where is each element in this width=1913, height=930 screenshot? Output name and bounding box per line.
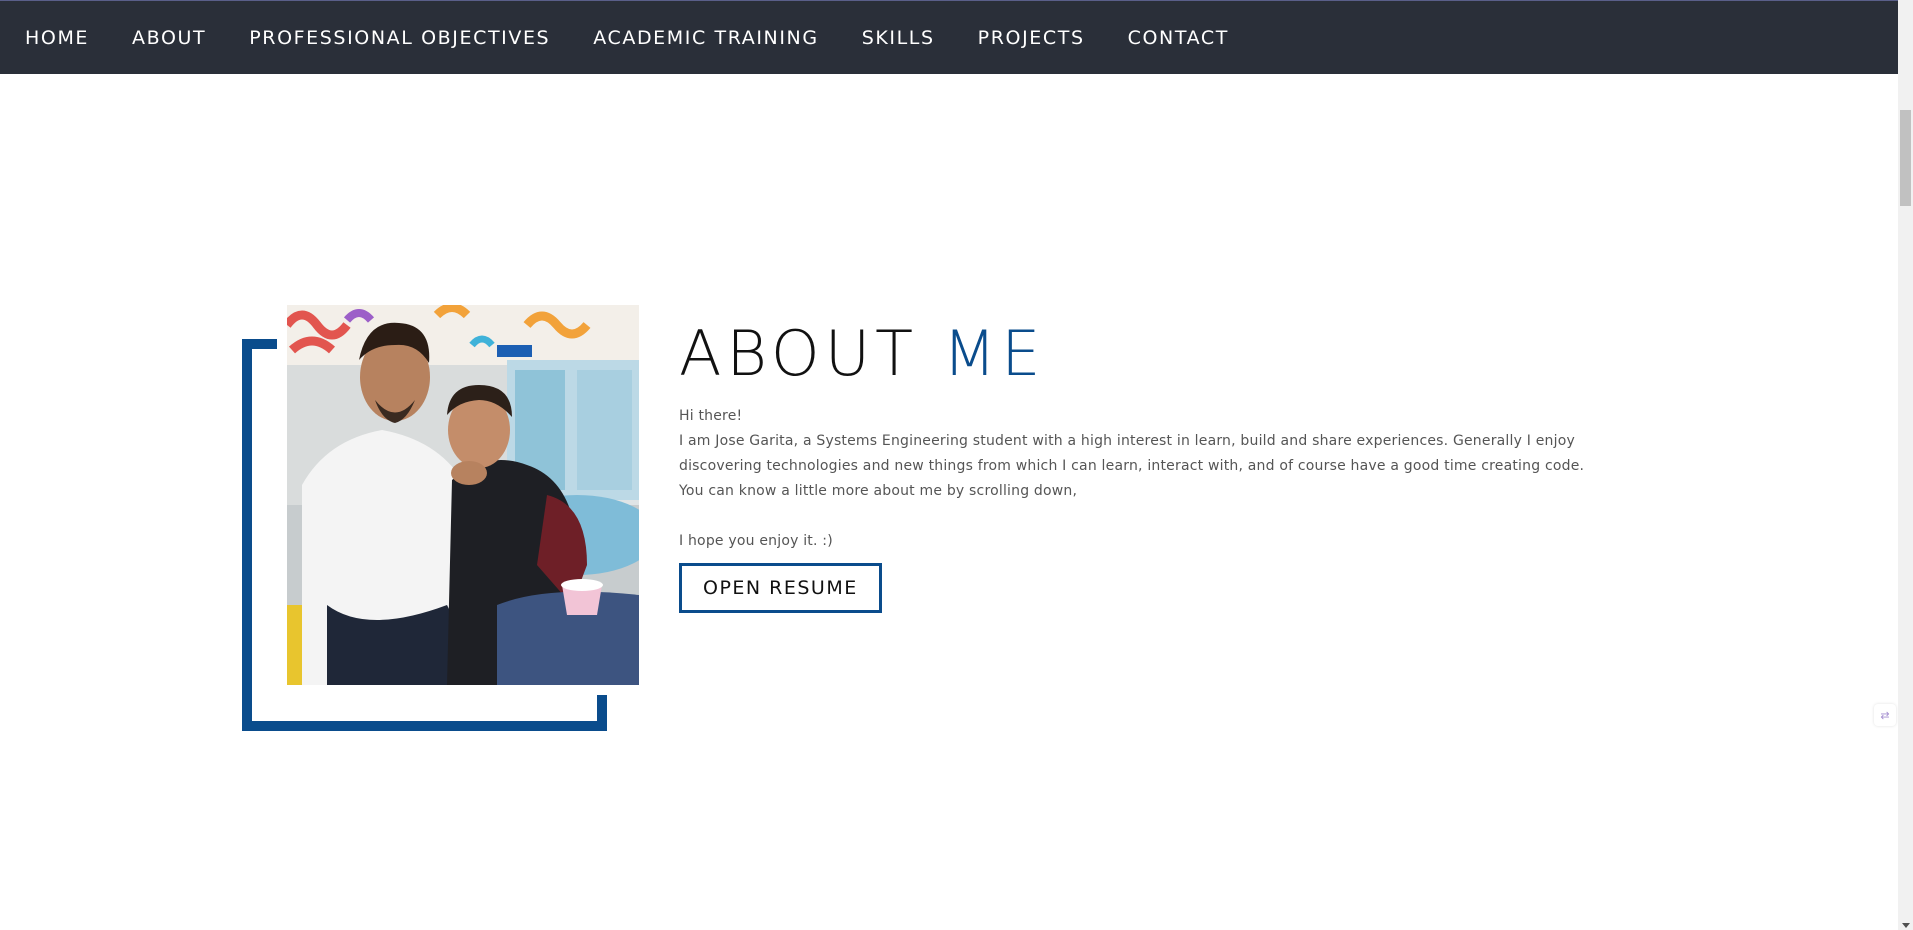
open-resume-button[interactable]: OPEN RESUME [679, 563, 882, 613]
scroll-down-icon[interactable] [1902, 923, 1910, 928]
nav-projects[interactable]: PROJECTS [978, 27, 1085, 49]
nav-about[interactable]: ABOUT [132, 27, 206, 49]
about-body: Hi there! I am Jose Garita, a Systems En… [679, 404, 1639, 554]
scrollbar-thumb[interactable] [1900, 110, 1911, 206]
about-title: ABOUT ME [679, 318, 1639, 390]
about-title-accent: ME [942, 317, 1046, 390]
photo-frame-right-tick [597, 695, 607, 731]
scrollbar[interactable] [1898, 0, 1913, 930]
nav-professional-objectives[interactable]: PROFESSIONAL OBJECTIVES [249, 27, 550, 49]
photo-frame-top-tick [242, 339, 277, 349]
profile-photo [287, 305, 639, 685]
page: HOME ABOUT PROFESSIONAL OBJECTIVES ACADE… [0, 0, 1913, 930]
about-closing: I hope you enjoy it. :) [679, 533, 833, 549]
about-paragraph-line3: You can know a little more about me by s… [679, 483, 1078, 499]
about-paragraph-line2: discovering technologies and new things … [679, 458, 1585, 474]
top-navbar: HOME ABOUT PROFESSIONAL OBJECTIVES ACADE… [0, 0, 1898, 74]
about-greeting: Hi there! [679, 408, 743, 424]
nav-home[interactable]: HOME [25, 27, 89, 49]
nav-skills[interactable]: SKILLS [862, 27, 935, 49]
translate-icon[interactable]: ⇄ [1874, 704, 1896, 726]
about-paragraph-line1: I am Jose Garita, a Systems Engineering … [679, 433, 1575, 449]
about-section: ABOUT ME Hi there! I am Jose Garita, a S… [679, 318, 1639, 613]
about-title-main: ABOUT [679, 317, 918, 390]
nav-academic-training[interactable]: ACADEMIC TRAINING [593, 27, 818, 49]
nav-contact[interactable]: CONTACT [1128, 27, 1229, 49]
